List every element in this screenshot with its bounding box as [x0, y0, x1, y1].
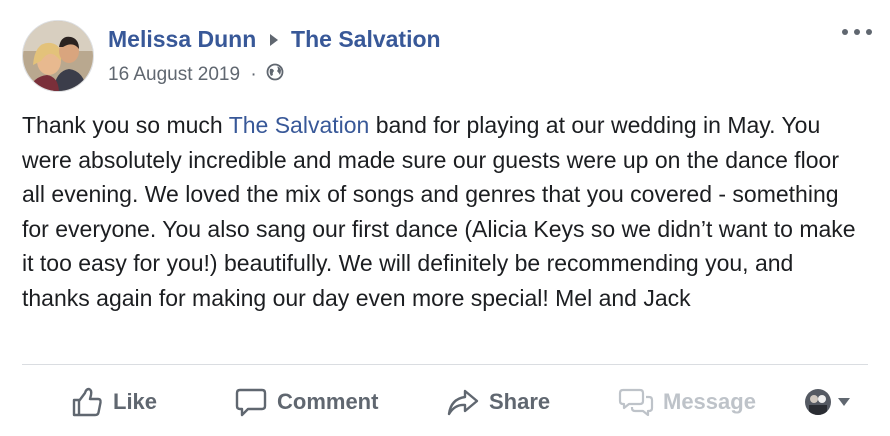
like-button[interactable]: Like: [70, 372, 157, 432]
message-label: Message: [663, 389, 756, 414]
body-text-start: Thank you so much: [22, 112, 229, 138]
post-header: Melissa Dunn The Salvation: [108, 25, 441, 53]
author-avatar[interactable]: [22, 20, 94, 92]
share-arrow-icon: [447, 389, 479, 416]
share-button[interactable]: Share: [446, 372, 550, 432]
thumbs-up-icon: [72, 387, 102, 417]
comment-button[interactable]: Comment: [234, 372, 378, 432]
more-options-icon[interactable]: [842, 24, 872, 40]
message-button[interactable]: Message: [618, 372, 756, 432]
divider: [22, 364, 868, 365]
caret-down-icon: [838, 398, 850, 406]
comment-label: Comment: [277, 389, 379, 414]
user-avatar-icon: [805, 389, 831, 415]
post-date-link[interactable]: 16 August 2019: [108, 64, 240, 86]
post-meta: 16 August 2019 ·: [108, 63, 284, 87]
author-name-link[interactable]: Melissa Dunn: [108, 26, 256, 53]
post-action-bar: Like Comment Share Message: [0, 372, 890, 432]
review-post: Melissa Dunn The Salvation 16 August 201…: [0, 0, 890, 436]
post-body: Thank you so much The Salvation band for…: [22, 108, 867, 315]
page-mention-link[interactable]: The Salvation: [229, 112, 370, 138]
like-label: Like: [113, 389, 158, 414]
meta-separator: ·: [250, 64, 257, 85]
chat-bubbles-icon: [618, 388, 654, 417]
share-label: Share: [489, 389, 551, 414]
triangle-right-icon: [269, 26, 279, 53]
target-page-link[interactable]: The Salvation: [291, 26, 441, 53]
body-text-rest: band for playing at our wedding in May. …: [22, 112, 856, 311]
speech-bubble-icon: [235, 388, 267, 417]
globe-icon[interactable]: [266, 63, 284, 87]
audience-selector[interactable]: [805, 372, 860, 432]
